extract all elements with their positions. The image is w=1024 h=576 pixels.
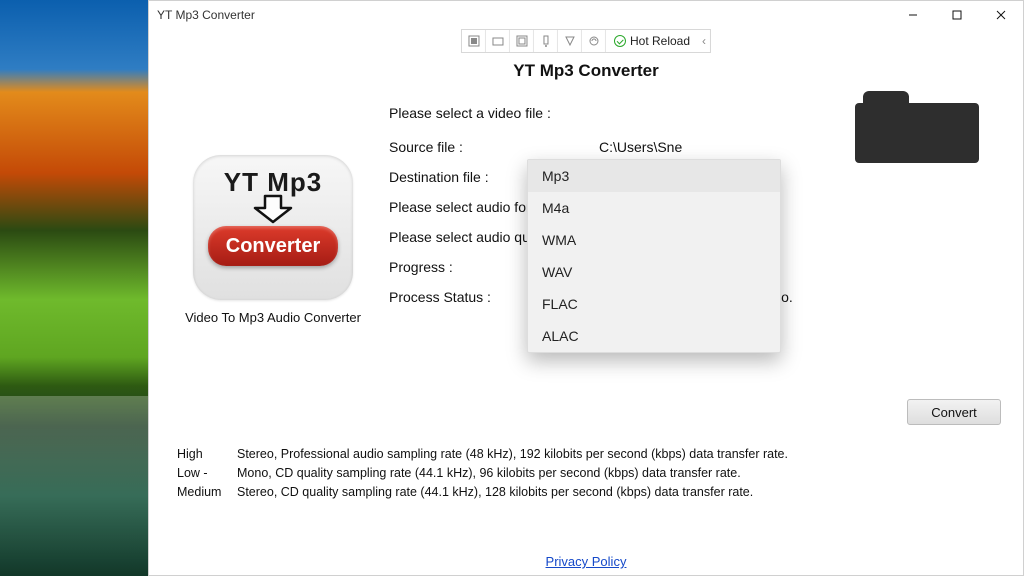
format-option-mp3[interactable]: Mp3 [528, 160, 780, 192]
toolbar-btn-5[interactable] [558, 30, 582, 52]
format-option-m4a[interactable]: M4a [528, 192, 780, 224]
toolbar-btn-6[interactable] [582, 30, 606, 52]
close-button[interactable] [979, 1, 1023, 29]
check-icon [614, 35, 626, 47]
logo-caption: Video To Mp3 Audio Converter [173, 310, 373, 325]
folder-browse-button[interactable] [855, 91, 979, 163]
low-tag: Low - [177, 464, 237, 483]
convert-button[interactable]: Convert [907, 399, 1001, 425]
toolbar-btn-3[interactable] [510, 30, 534, 52]
titlebar: YT Mp3 Converter [149, 1, 1023, 29]
footer: Privacy Policy [149, 554, 1023, 569]
logo-column: YT Mp3 Converter Video To Mp3 Audio Conv… [173, 155, 373, 325]
quality-description: HighStereo, Professional audio sampling … [177, 445, 1003, 501]
toolbar-btn-1[interactable] [462, 30, 486, 52]
hot-reload-button[interactable]: Hot Reload [606, 34, 698, 48]
high-text: Stereo, Professional audio sampling rate… [237, 445, 788, 464]
format-option-wma[interactable]: WMA [528, 224, 780, 256]
logo-badge: Converter [208, 226, 338, 266]
window-controls [891, 1, 1023, 29]
format-dropdown[interactable]: Mp3 M4a WMA WAV FLAC ALAC [527, 159, 781, 353]
format-option-wav[interactable]: WAV [528, 256, 780, 288]
source-file-label: Source file : [389, 139, 599, 155]
medium-text: Stereo, CD quality sampling rate (44.1 k… [237, 483, 753, 502]
format-option-alac[interactable]: ALAC [528, 320, 780, 352]
medium-tag: Medium [177, 483, 237, 502]
minimize-button[interactable] [891, 1, 935, 29]
high-tag: High [177, 445, 237, 464]
down-arrow-icon [249, 194, 297, 224]
debug-toolbar: Hot Reload ‹ [461, 29, 711, 53]
window-title: YT Mp3 Converter [157, 8, 255, 22]
app-logo: YT Mp3 Converter [193, 155, 353, 300]
toolbar-btn-4[interactable] [534, 30, 558, 52]
low-text: Mono, CD quality sampling rate (44.1 kHz… [237, 464, 741, 483]
toolbar-btn-2[interactable] [486, 30, 510, 52]
toolbar-dropdown-chevron[interactable]: ‹ [698, 34, 710, 48]
privacy-policy-link[interactable]: Privacy Policy [546, 554, 627, 569]
hot-reload-label: Hot Reload [630, 34, 690, 48]
format-option-flac[interactable]: FLAC [528, 288, 780, 320]
maximize-button[interactable] [935, 1, 979, 29]
page-title: YT Mp3 Converter [173, 61, 999, 81]
